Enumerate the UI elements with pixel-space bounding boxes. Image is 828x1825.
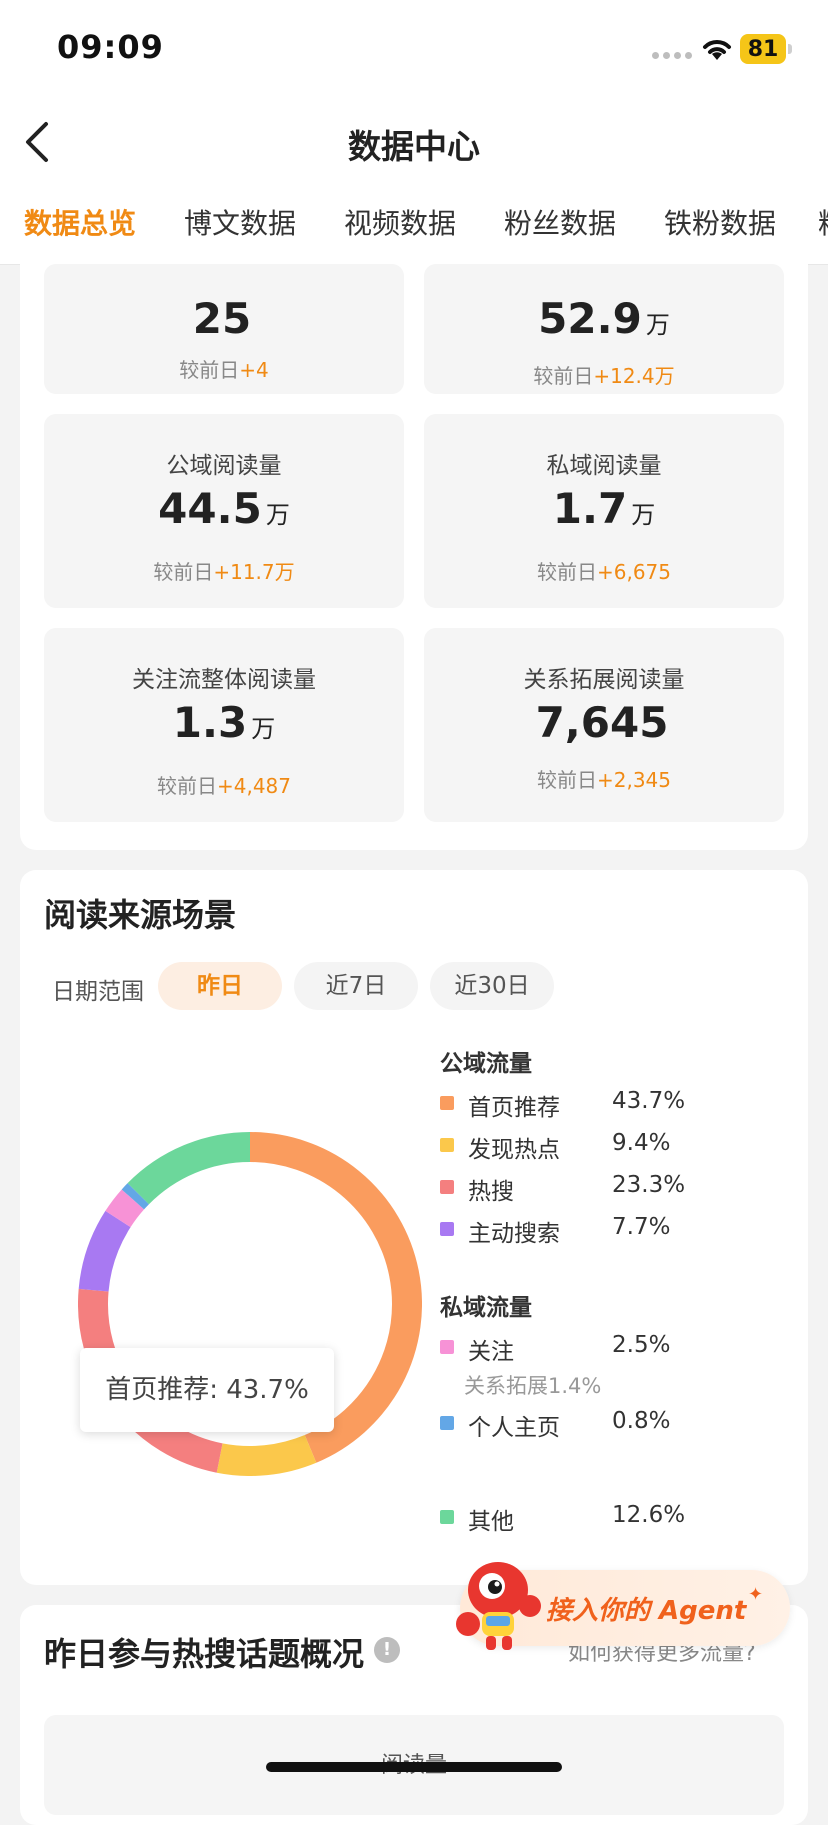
- legend-swatch: [440, 1510, 454, 1524]
- donut-slice-3[interactable]: [78, 1210, 131, 1292]
- tab-fans[interactable]: 粉丝数据: [504, 202, 616, 242]
- reading-source-card: 阅读来源场景 日期范围 昨日 近7日 近30日 首页推荐: 43.7% 公域流量…: [20, 870, 808, 1585]
- legend-swatch: [440, 1416, 454, 1430]
- date-range-label: 日期范围: [52, 979, 144, 1005]
- legend-swatch: [440, 1180, 454, 1194]
- metric-delta: 较前日+4: [179, 358, 269, 382]
- metric-value: 25: [192, 294, 252, 343]
- page-title: 数据中心: [348, 127, 480, 166]
- donut-slice-4[interactable]: [105, 1189, 145, 1228]
- metric-delta: 较前日+2,345: [536, 768, 671, 792]
- range-30-days[interactable]: 近30日: [430, 962, 554, 1010]
- metric-label: 私域阅读量: [546, 453, 662, 479]
- battery-indicator: 81: [740, 34, 786, 64]
- signal-icon: [652, 52, 692, 59]
- legend-swatch: [440, 1340, 454, 1354]
- status-time: 09:09: [57, 28, 164, 66]
- info-icon[interactable]: !: [374, 1637, 400, 1663]
- legend-group-public: 公域流量: [440, 1051, 532, 1077]
- metrics-card: 25 较前日+4 52.9 万 较前日+12.4万 公域阅读量 44.5 万 较前日…: [20, 240, 808, 850]
- donut-slice-1[interactable]: [216, 1434, 317, 1476]
- metric-delta: 较前日+11.7万: [153, 560, 295, 584]
- section-title: 阅读来源场景: [44, 896, 237, 934]
- tab-overview[interactable]: 数据总览: [24, 202, 136, 242]
- nav-bar: 数据中心: [0, 100, 828, 184]
- legend-swatch: [440, 1222, 454, 1236]
- legend-subitem: 关系拓展1.4%: [464, 1374, 602, 1398]
- metric-tile[interactable]: 52.9 万 较前日+12.4万: [424, 264, 784, 394]
- home-indicator[interactable]: [266, 1762, 562, 1772]
- agent-banner-label: 接入你的 Agent: [546, 1596, 747, 1626]
- wifi-icon: [703, 40, 731, 60]
- metric-value: 1.7 万: [552, 484, 656, 533]
- tab-overflow[interactable]: 粉: [818, 202, 828, 242]
- battery-tip: [788, 44, 792, 54]
- metric-label: 关注流整体阅读量: [132, 667, 316, 693]
- sparkle-icon: ✦: [748, 1584, 764, 1605]
- metric-delta: 较前日+12.4万: [533, 364, 675, 388]
- metric-label: 关系拓展阅读量: [523, 667, 685, 693]
- metric-label: 公域阅读量: [166, 453, 282, 479]
- metric-value: 7,645: [535, 698, 669, 747]
- metric-delta: 较前日+4,487: [156, 774, 291, 798]
- chart-tooltip: 首页推荐: 43.7%: [80, 1348, 334, 1432]
- section-title: 昨日参与热搜话题概况: [44, 1635, 365, 1673]
- range-7-days[interactable]: 近7日: [294, 962, 418, 1010]
- legend-swatch: [440, 1138, 454, 1152]
- metric-value: 52.9 万: [538, 294, 670, 343]
- metric-value: 44.5 万: [158, 484, 290, 533]
- metric-tile[interactable]: 25 较前日+4: [44, 264, 404, 394]
- legend-swatch: [440, 1096, 454, 1110]
- metric-tile-public-reads[interactable]: 公域阅读量 44.5 万 较前日+11.7万: [44, 414, 404, 608]
- metric-delta: 较前日+6,675: [536, 560, 671, 584]
- metric-value: 1.3 万: [172, 698, 276, 747]
- metric-tile-follow-feed-reads[interactable]: 关注流整体阅读量 1.3 万 较前日+4,487: [44, 628, 404, 822]
- metric-tile-relation-reads[interactable]: 关系拓展阅读量 7,645 较前日+2,345: [424, 628, 784, 822]
- mascot-icon[interactable]: [452, 1554, 544, 1654]
- tab-iron-fans[interactable]: 铁粉数据: [664, 202, 776, 242]
- donut-slice-6[interactable]: [127, 1132, 251, 1205]
- tab-videos[interactable]: 视频数据: [344, 202, 456, 242]
- donut-slice-5[interactable]: [121, 1183, 150, 1210]
- legend-group-private: 私域流量: [440, 1295, 532, 1321]
- metric-tile-private-reads[interactable]: 私域阅读量 1.7 万 较前日+6,675: [424, 414, 784, 608]
- status-bar: 09:09 81: [0, 0, 828, 100]
- tab-posts[interactable]: 博文数据: [184, 202, 296, 242]
- range-yesterday[interactable]: 昨日: [158, 962, 282, 1010]
